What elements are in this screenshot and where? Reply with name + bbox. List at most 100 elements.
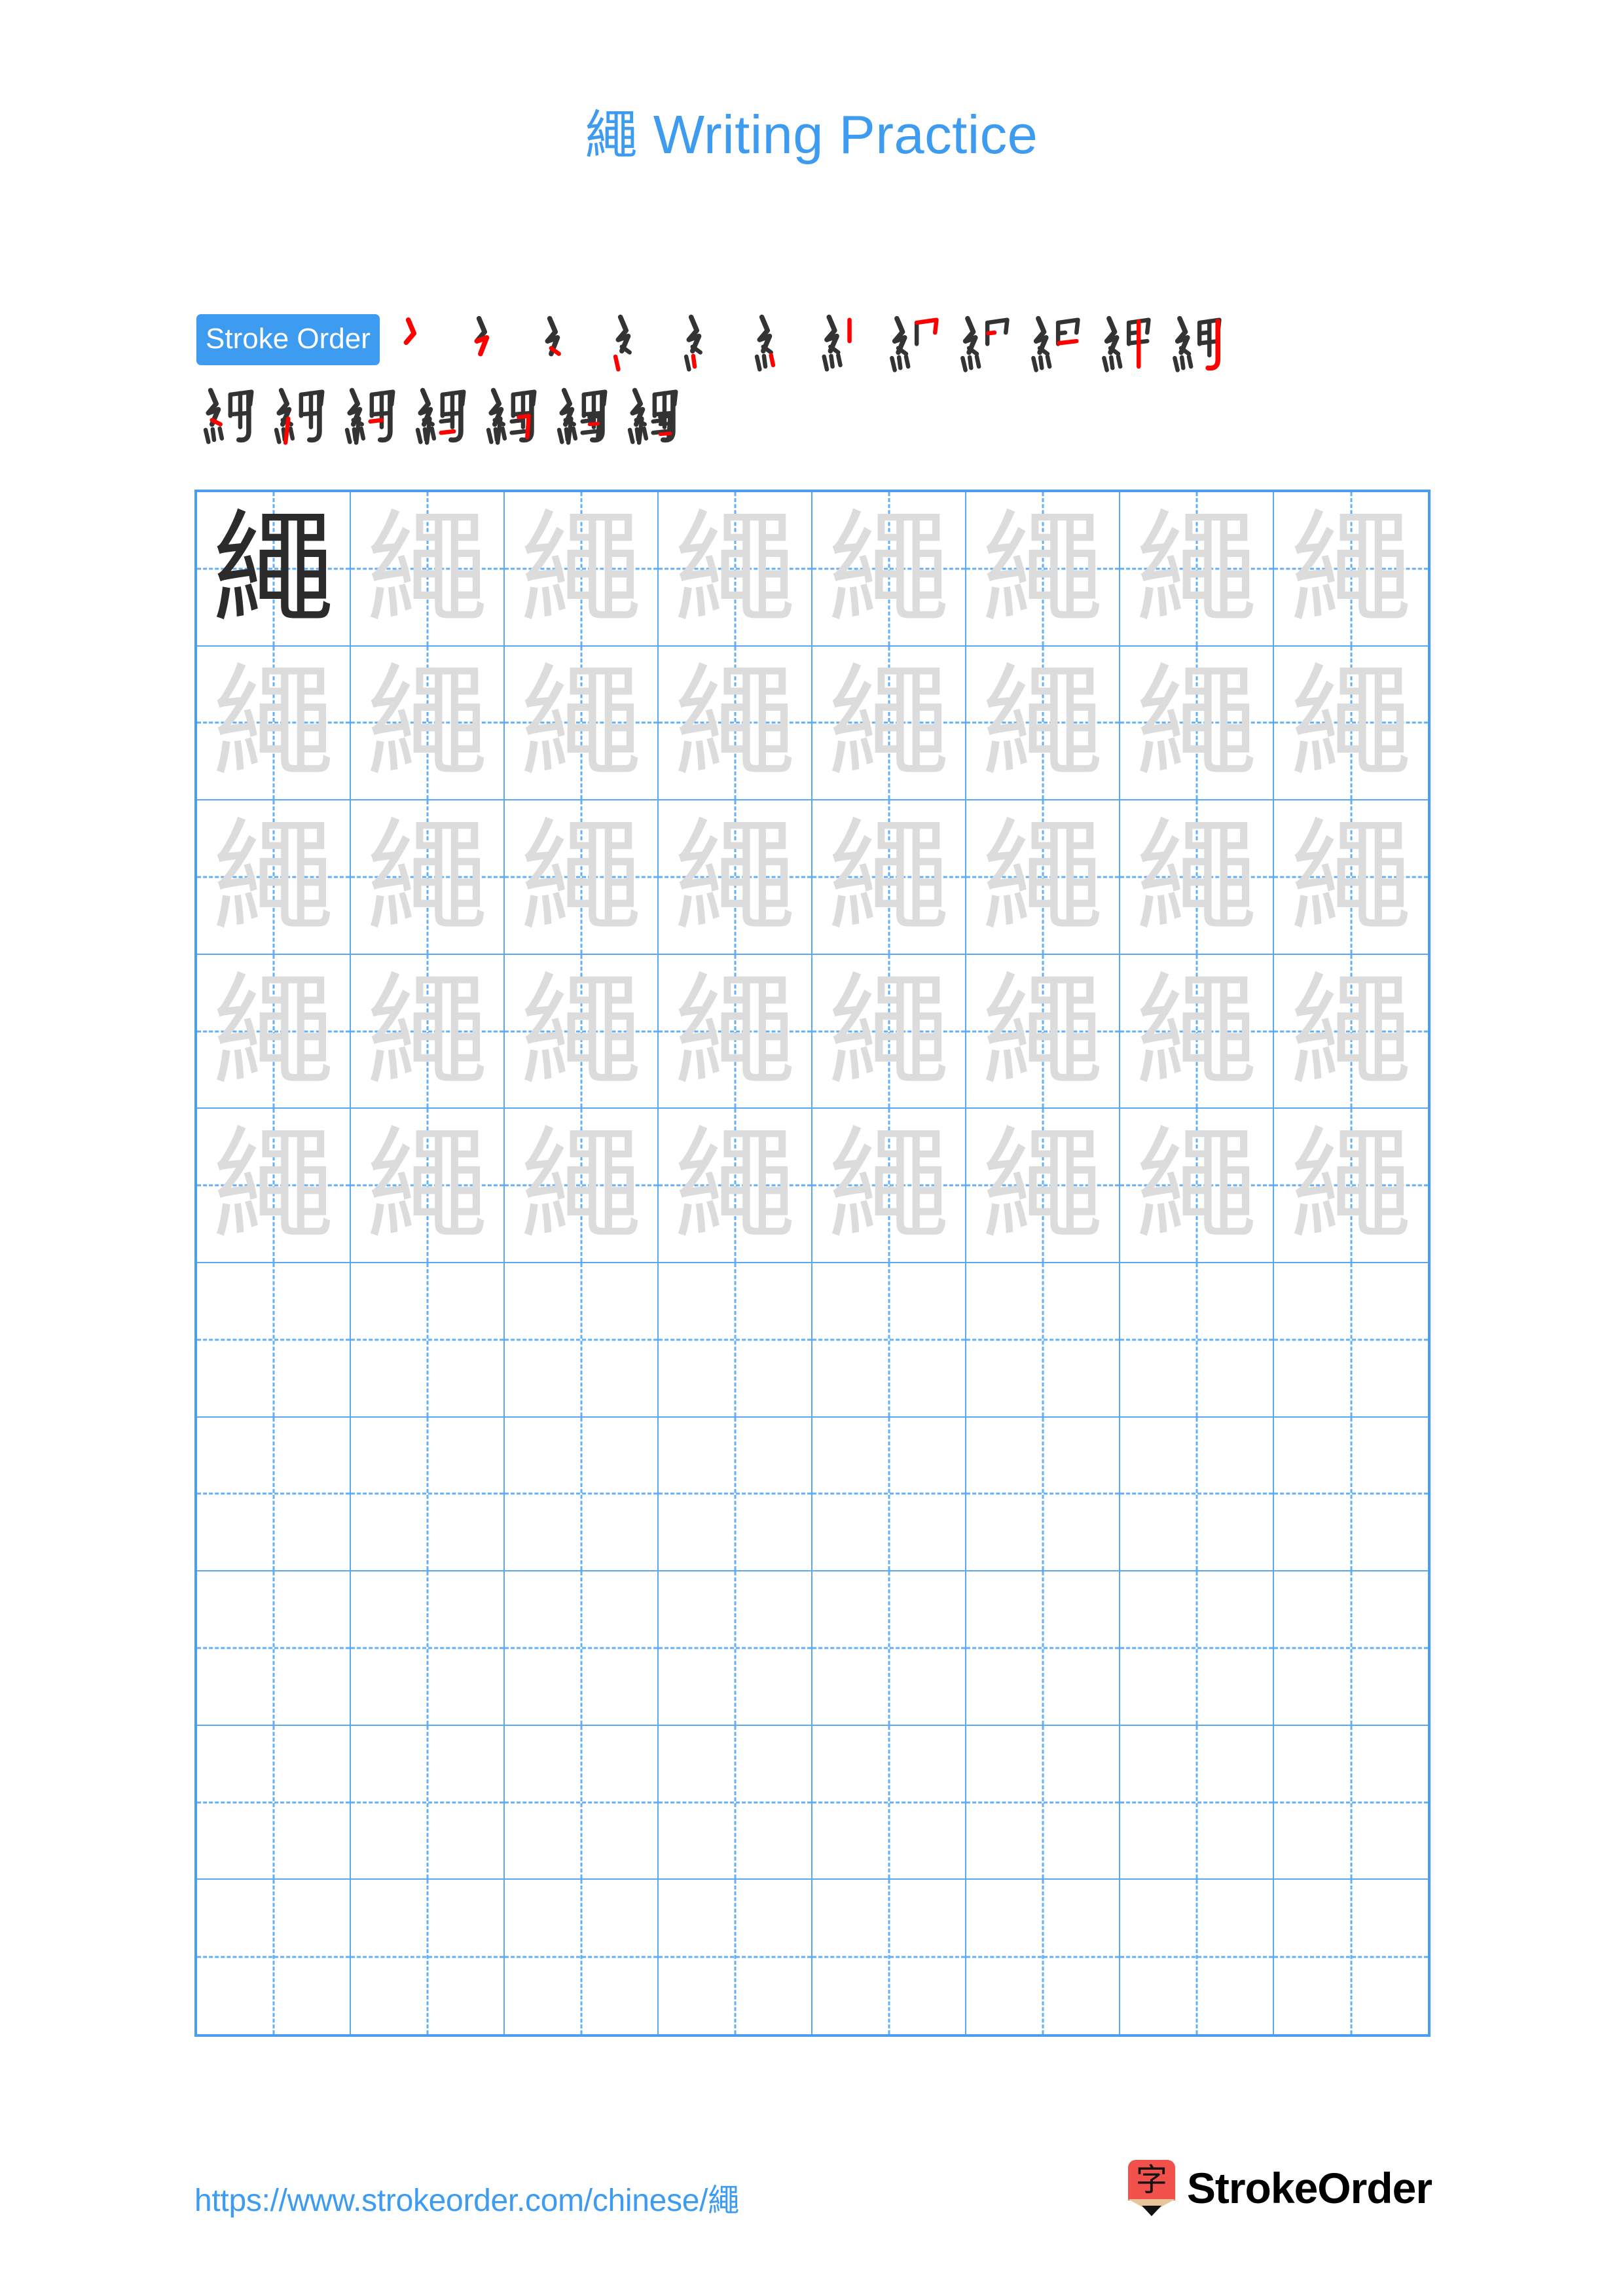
- practice-char-trace: 繩: [366, 960, 488, 1102]
- practice-cell[interactable]: 繩: [351, 800, 505, 955]
- practice-cell[interactable]: 繩: [1274, 647, 1428, 801]
- practice-cell[interactable]: 繩: [505, 646, 659, 801]
- practice-cell[interactable]: [659, 1571, 812, 1726]
- practice-cell[interactable]: [505, 1417, 659, 1572]
- practice-cell[interactable]: 繩: [659, 954, 812, 1109]
- practice-cell[interactable]: [1120, 1725, 1274, 1880]
- practice-cell[interactable]: 繩: [659, 492, 812, 647]
- practice-cell[interactable]: 繩: [966, 800, 1120, 955]
- practice-cell[interactable]: [1120, 1263, 1274, 1418]
- practice-cell[interactable]: [1274, 1880, 1428, 2034]
- practice-char-trace: 繩: [1290, 1114, 1412, 1257]
- practice-cell[interactable]: 繩: [197, 1109, 351, 1263]
- practice-cell[interactable]: 繩: [1274, 800, 1428, 955]
- practice-cell[interactable]: [505, 1263, 659, 1418]
- footer-url-link[interactable]: https://www.strokeorder.com/chinese/繩: [194, 2174, 739, 2220]
- footer: https://www.strokeorder.com/chinese/繩 字 …: [0, 2160, 1623, 2258]
- stroke-step-10: [1021, 304, 1092, 375]
- practice-cell[interactable]: [197, 1725, 351, 1880]
- practice-cell[interactable]: [197, 1880, 351, 2034]
- practice-cell[interactable]: [197, 1417, 351, 1572]
- practice-cell[interactable]: 繩: [197, 800, 351, 955]
- practice-char-trace: 繩: [1290, 651, 1412, 794]
- stroke-order-row-2: [196, 378, 1440, 448]
- practice-cell[interactable]: 繩: [812, 800, 966, 955]
- practice-cell[interactable]: [1120, 1417, 1274, 1572]
- practice-cell[interactable]: 繩: [966, 1109, 1120, 1263]
- practice-cell[interactable]: [812, 1571, 966, 1726]
- stroke-step-1: [385, 304, 456, 375]
- practice-cell[interactable]: 繩: [351, 492, 505, 647]
- practice-cell[interactable]: 繩: [812, 954, 966, 1109]
- stroke-step-19: [621, 378, 691, 448]
- practice-char-trace: 繩: [981, 960, 1104, 1102]
- practice-cell[interactable]: 繩: [966, 492, 1120, 647]
- practice-cell[interactable]: 繩: [505, 954, 659, 1109]
- practice-cell[interactable]: 繩: [351, 646, 505, 801]
- practice-cell[interactable]: [812, 1725, 966, 1880]
- practice-cell[interactable]: [505, 1571, 659, 1726]
- practice-cell[interactable]: [966, 1571, 1120, 1726]
- practice-cell[interactable]: [966, 1263, 1120, 1418]
- practice-cell[interactable]: [351, 1417, 505, 1572]
- practice-cell[interactable]: 繩: [659, 800, 812, 955]
- practice-cell[interactable]: 繩: [1274, 1109, 1428, 1263]
- practice-char-trace: 繩: [366, 497, 488, 639]
- practice-cell[interactable]: [812, 1880, 966, 2034]
- practice-char-trace: 繩: [1135, 1114, 1258, 1257]
- practice-cell[interactable]: [1274, 1418, 1428, 1572]
- practice-cell[interactable]: 繩: [505, 492, 659, 647]
- practice-cell[interactable]: 繩: [966, 954, 1120, 1109]
- practice-cell[interactable]: [351, 1571, 505, 1726]
- practice-cell[interactable]: 繩: [966, 646, 1120, 801]
- practice-cell[interactable]: [1274, 1571, 1428, 1726]
- practice-char-trace: 繩: [1135, 805, 1258, 948]
- practice-cell[interactable]: 繩: [505, 1109, 659, 1263]
- practice-cell[interactable]: [812, 1417, 966, 1572]
- practice-cell[interactable]: [659, 1880, 812, 2034]
- practice-cell[interactable]: [659, 1725, 812, 1880]
- practice-cell[interactable]: 繩: [1120, 954, 1274, 1109]
- practice-cell[interactable]: [351, 1725, 505, 1880]
- practice-cell[interactable]: 繩: [505, 800, 659, 955]
- practice-cell[interactable]: 繩: [197, 954, 351, 1109]
- practice-cell[interactable]: 繩: [1274, 955, 1428, 1109]
- practice-cell[interactable]: [1274, 1263, 1428, 1418]
- practice-cell[interactable]: 繩: [197, 492, 351, 647]
- practice-cell[interactable]: 繩: [1120, 492, 1274, 647]
- practice-cell[interactable]: [812, 1263, 966, 1418]
- practice-cell[interactable]: 繩: [659, 1109, 812, 1263]
- stroke-step-6: [739, 304, 809, 375]
- practice-cell[interactable]: [351, 1263, 505, 1418]
- practice-cell[interactable]: [966, 1725, 1120, 1880]
- practice-cell[interactable]: [351, 1880, 505, 2034]
- practice-cell[interactable]: 繩: [812, 492, 966, 647]
- practice-char-trace: 繩: [828, 805, 950, 948]
- stroke-step-3: [526, 304, 597, 375]
- practice-cell[interactable]: [505, 1880, 659, 2034]
- practice-cell[interactable]: 繩: [812, 646, 966, 801]
- practice-cell[interactable]: [1274, 1726, 1428, 1880]
- practice-cell[interactable]: [197, 1263, 351, 1418]
- practice-cell[interactable]: [197, 1571, 351, 1726]
- practice-char-trace: 繩: [1135, 497, 1258, 639]
- practice-cell[interactable]: 繩: [812, 1109, 966, 1263]
- practice-cell[interactable]: 繩: [197, 646, 351, 801]
- practice-char-trace: 繩: [828, 960, 950, 1102]
- practice-cell[interactable]: [659, 1263, 812, 1418]
- practice-cell[interactable]: 繩: [1120, 1109, 1274, 1263]
- practice-cell[interactable]: [966, 1417, 1120, 1572]
- practice-cell[interactable]: 繩: [351, 1109, 505, 1263]
- practice-cell[interactable]: 繩: [351, 954, 505, 1109]
- practice-cell[interactable]: 繩: [1120, 646, 1274, 801]
- practice-cell[interactable]: 繩: [1120, 800, 1274, 955]
- practice-cell[interactable]: [966, 1880, 1120, 2034]
- practice-cell[interactable]: [1120, 1571, 1274, 1726]
- practice-cell[interactable]: 繩: [1274, 492, 1428, 647]
- practice-cell[interactable]: [505, 1725, 659, 1880]
- practice-char-trace: 繩: [520, 1114, 642, 1257]
- practice-cell[interactable]: [1120, 1880, 1274, 2034]
- stroke-order-section: Stroke Order: [196, 304, 1440, 451]
- practice-cell[interactable]: [659, 1417, 812, 1572]
- practice-cell[interactable]: 繩: [659, 646, 812, 801]
